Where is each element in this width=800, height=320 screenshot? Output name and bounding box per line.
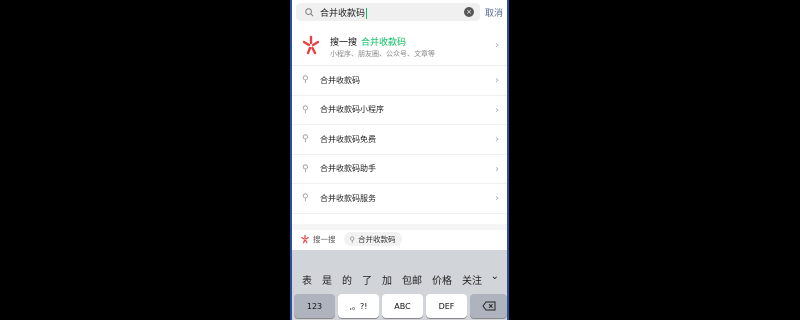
sousou-logo-icon: [301, 234, 309, 244]
search-icon: ⚲: [302, 193, 309, 204]
search-icon: ⚲: [302, 163, 309, 174]
keyword-pill[interactable]: ⚲ 合并收款码: [343, 232, 402, 246]
chevron-down-icon[interactable]: ⌄: [491, 271, 499, 282]
suggestion-item[interactable]: ⚲ 合并收款码小程序 ›: [292, 96, 507, 125]
sousou-title: 搜一搜 合并收款码: [330, 38, 407, 48]
key-punctuation[interactable]: ,。?!: [338, 294, 379, 318]
chevron-right-icon: ›: [495, 134, 499, 145]
sousou-shortcut-bar: 搜一搜 ⚲ 合并收款码: [292, 224, 507, 248]
candidate-item[interactable]: 是: [322, 272, 332, 287]
search-icon: ⚲: [349, 234, 356, 244]
search-icon: ⚲: [302, 104, 309, 115]
key-abc[interactable]: ABC: [382, 294, 423, 318]
candidate-item[interactable]: 价格: [432, 272, 452, 287]
chevron-right-icon: ›: [495, 104, 499, 116]
chevron-right-icon: ›: [495, 163, 499, 175]
phone-screen: 合并收款码 × 取消 搜一搜 合并收款码 小程序、朋友圈、公众号、文章等 › ⚲ …: [290, 0, 509, 320]
candidate-bar: 表 是 的 了 加 包邮 价格 关注 ⌄: [292, 268, 507, 290]
backspace-icon[interactable]: [470, 294, 507, 318]
search-icon: ⚲: [302, 75, 309, 86]
keyword-pill-label: 合并收款码: [358, 234, 396, 244]
search-field[interactable]: 合并收款码 ×: [296, 3, 480, 21]
suggestion-label: 合并收款码: [320, 75, 360, 85]
key-def[interactable]: DEF: [426, 294, 467, 318]
chevron-right-icon: ›: [495, 40, 499, 51]
sousou-keyword: 合并收款码: [361, 38, 407, 48]
cancel-button[interactable]: 取消: [485, 6, 503, 19]
search-input-value[interactable]: 合并收款码: [320, 6, 464, 19]
text-cursor: [366, 7, 368, 19]
key-row: 123 ,。?! ABC DEF: [292, 292, 507, 320]
search-icon: ⚲: [302, 134, 309, 145]
sousou-entry[interactable]: 搜一搜 合并收款码 小程序、朋友圈、公众号、文章等 ›: [292, 26, 507, 66]
sousou-shortcut-label[interactable]: 搜一搜: [313, 234, 336, 245]
suggestion-item[interactable]: ⚲ 合并收款码服务 ›: [292, 184, 507, 214]
suggestion-list: ⚲ 合并收款码 › ⚲ 合并收款码小程序 › ⚲ 合并收款码免费 › ⚲ 合并收…: [292, 66, 507, 214]
candidate-item[interactable]: 表: [302, 272, 312, 287]
key-123[interactable]: 123: [294, 294, 335, 318]
suggestion-item[interactable]: ⚲ 合并收款码 ›: [292, 66, 507, 96]
chevron-right-icon: ›: [495, 75, 499, 86]
candidate-item[interactable]: 加: [382, 272, 392, 287]
suggestion-label: 合并收款码助手: [320, 164, 376, 174]
suggestion-item[interactable]: ⚲ 合并收款码免费 ›: [292, 125, 507, 155]
suggestion-item[interactable]: ⚲ 合并收款码助手 ›: [292, 155, 507, 184]
search-bar: 合并收款码 × 取消: [292, 0, 507, 24]
candidate-item[interactable]: 的: [342, 272, 352, 287]
suggestion-label: 合并收款码服务: [320, 193, 376, 203]
candidate-item[interactable]: 关注: [462, 272, 482, 287]
suggestion-label: 合并收款码小程序: [320, 105, 384, 115]
candidate-item[interactable]: 包邮: [402, 272, 422, 287]
candidate-item[interactable]: 了: [362, 272, 372, 287]
sousou-subtitle: 小程序、朋友圈、公众号、文章等: [330, 50, 435, 58]
sousou-logo-icon: [302, 35, 320, 55]
chevron-right-icon: ›: [495, 193, 499, 204]
suggestion-label: 合并收款码免费: [320, 134, 376, 144]
clear-icon[interactable]: ×: [464, 7, 474, 17]
search-icon: [302, 5, 316, 19]
keyboard: 表 是 的 了 加 包邮 价格 关注 ⌄ 123 ,。?! ABC DEF: [292, 250, 507, 320]
